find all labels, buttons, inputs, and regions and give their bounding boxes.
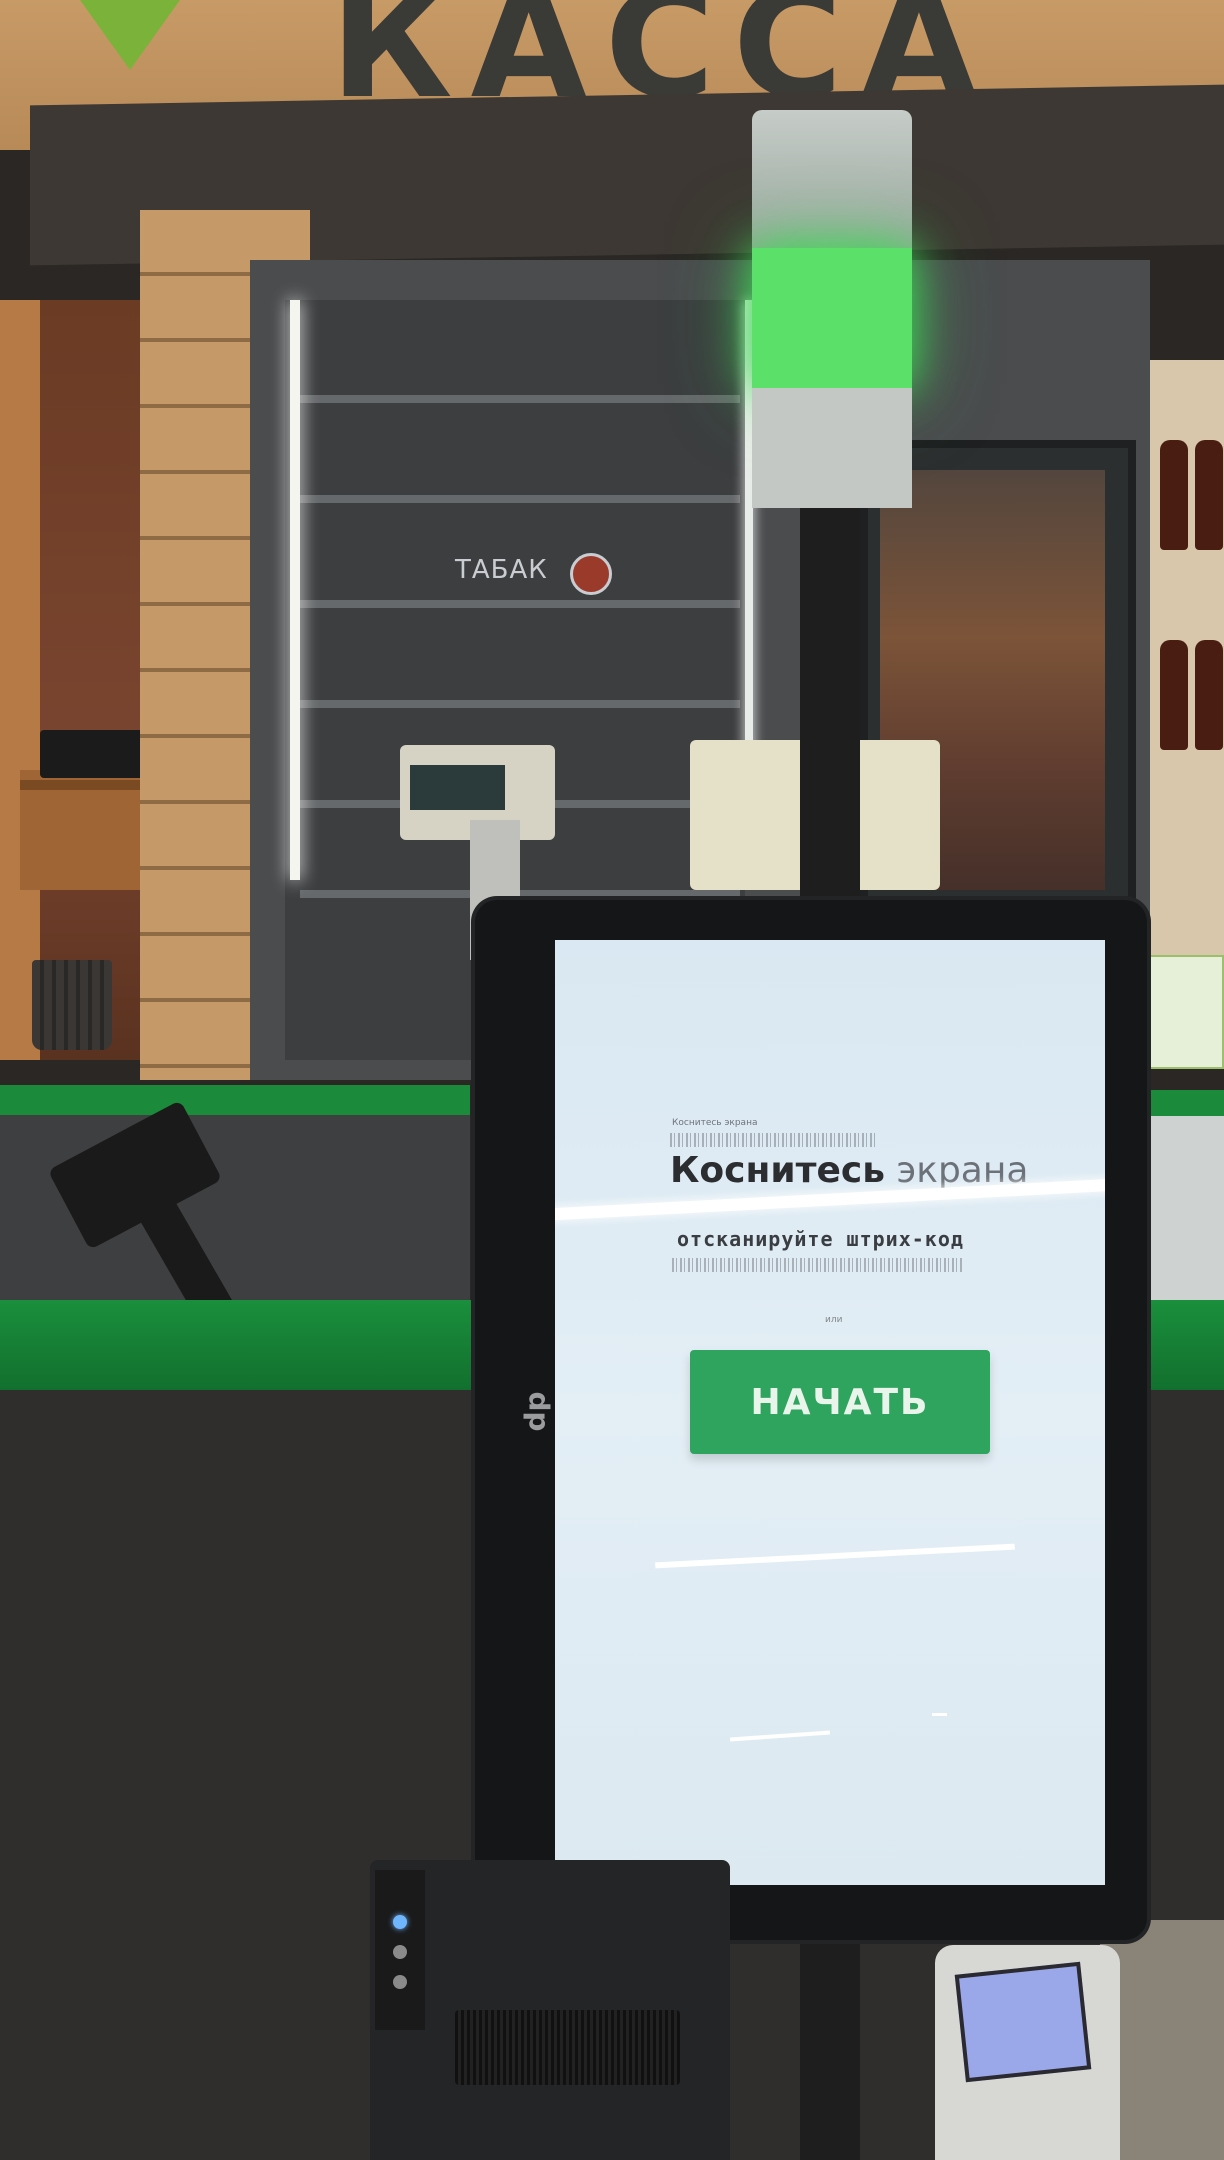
screen-glare [655, 1543, 1015, 1569]
cabinet-shelf [300, 890, 740, 898]
cabinet-shelf [300, 495, 740, 503]
printer-button-icon[interactable] [393, 1975, 407, 1989]
touch-screen-title: Коснитесь экрана [670, 1150, 1028, 1191]
start-button[interactable]: НАЧАТЬ [690, 1350, 990, 1454]
cabinet-shelf [300, 600, 740, 608]
status-tower-base [752, 388, 912, 508]
cabinet-shelf [300, 395, 740, 403]
title-bold-part: Коснитесь [670, 1150, 885, 1191]
bottle [1195, 640, 1223, 750]
status-tower-top [752, 110, 912, 250]
tabak-label: ТАБАК [455, 555, 548, 585]
store-logo-triangle [80, 0, 180, 70]
tabak-logo-icon [570, 553, 612, 595]
screen-glare [729, 1730, 831, 1742]
receipt-slot [455, 2010, 680, 2085]
left-doorframe [0, 300, 40, 1060]
status-light-green [752, 248, 912, 388]
trash-bin [32, 960, 112, 1050]
bottle [1195, 440, 1223, 550]
or-note: или [825, 1315, 843, 1325]
kiosk-brand-logo: dp [518, 1391, 552, 1432]
bottle [1160, 440, 1188, 550]
printer-button-icon[interactable] [393, 1945, 407, 1959]
cabinet-shelf [300, 700, 740, 708]
card-terminal-screen [954, 1961, 1092, 2083]
barcode-decoration [670, 1133, 875, 1147]
bottle [1160, 640, 1188, 750]
screen-caption-small: Коснитесь экрана [672, 1118, 758, 1128]
customer-display-screen [410, 765, 505, 810]
scan-barcode-subtitle: отсканируйте штрих-код [677, 1227, 964, 1251]
kiosk-screen[interactable]: Коснитесь экрана Коснитесь экрана отскан… [555, 940, 1105, 1885]
printer-status-icon [393, 1915, 407, 1929]
counter-rail [0, 1085, 470, 1115]
led-strip-left [290, 300, 300, 880]
barcode-decoration [672, 1258, 962, 1272]
screen-glare [932, 1713, 947, 1716]
